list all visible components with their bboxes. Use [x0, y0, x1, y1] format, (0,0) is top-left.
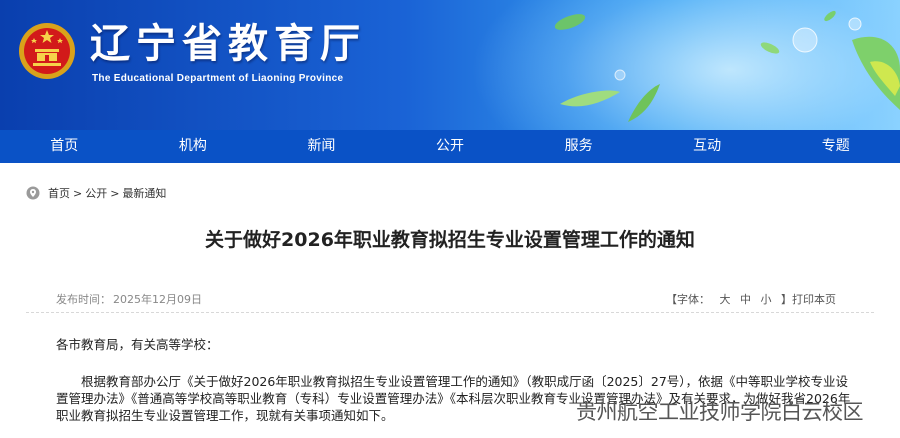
- font-medium-button[interactable]: 中: [740, 293, 751, 306]
- nav-item-services[interactable]: 服务: [514, 130, 643, 163]
- site-title: 辽宁省教育厅: [90, 21, 366, 67]
- publish-date-label: 发布时间：: [56, 293, 111, 306]
- location-pin-icon: [26, 186, 40, 200]
- nav-item-organization[interactable]: 机构: [129, 130, 258, 163]
- nav-item-news[interactable]: 新闻: [257, 130, 386, 163]
- main-nav: 首页 机构 新闻 公开 服务 互动 专题: [0, 130, 900, 163]
- nav-item-public[interactable]: 公开: [386, 130, 515, 163]
- national-emblem-icon: [19, 23, 75, 79]
- article-tools: 【字体： 大 中 小 】打印本页: [666, 291, 836, 307]
- watermark-overlay: 贵州航空工业技师学院白云校区: [576, 400, 864, 424]
- breadcrumb: 首页 > 公开 > 最新通知: [26, 180, 874, 206]
- article-title: 关于做好2026年职业教育拟招生专业设置管理工作的通知: [205, 229, 695, 251]
- publish-date: 发布时间： 2025年12月09日: [56, 291, 202, 307]
- nav-item-home[interactable]: 首页: [0, 130, 129, 163]
- breadcrumb-separator: >: [73, 186, 83, 200]
- breadcrumb-separator: >: [110, 186, 120, 200]
- breadcrumb-public[interactable]: 公开: [85, 185, 107, 201]
- publish-date-value: 2025年12月09日: [113, 293, 202, 306]
- article-salutation: 各市教育局，有关高等学校：: [56, 337, 219, 352]
- font-size-label: 【字体：: [666, 293, 710, 306]
- breadcrumb-home[interactable]: 首页: [48, 185, 70, 201]
- header-banner: 辽宁省教育厅 The Educational Department of Lia…: [0, 0, 900, 130]
- breadcrumb-latest-notices[interactable]: 最新通知: [122, 185, 166, 201]
- nav-item-topics[interactable]: 专题: [771, 130, 900, 163]
- site-subtitle: The Educational Department of Liaoning P…: [92, 73, 344, 84]
- print-page-button[interactable]: 】打印本页: [781, 293, 836, 306]
- font-large-button[interactable]: 大: [720, 293, 731, 306]
- font-small-button[interactable]: 小: [761, 293, 772, 306]
- article-meta: 发布时间： 2025年12月09日 【字体： 大 中 小 】打印本页: [26, 285, 874, 313]
- nav-item-interaction[interactable]: 互动: [643, 130, 772, 163]
